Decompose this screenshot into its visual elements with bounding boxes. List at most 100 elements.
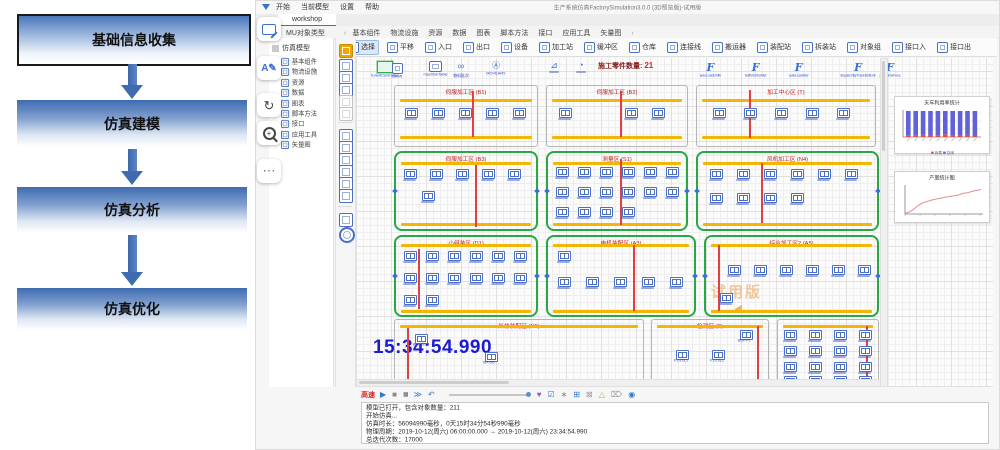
- machine-icon[interactable]: [625, 108, 638, 118]
- machine-icon[interactable]: [806, 108, 819, 118]
- machine-icon[interactable]: [559, 108, 572, 118]
- toolbar-assembly-station-button[interactable]: 装配站: [754, 41, 794, 54]
- machine-icon[interactable]: [809, 362, 822, 372]
- machine-icon[interactable]: [456, 169, 469, 179]
- conveyor-bar[interactable]: [703, 223, 872, 226]
- machine-icon[interactable]: [622, 167, 635, 177]
- stop-button[interactable]: ■: [392, 390, 397, 400]
- zoom-in-button[interactable]: +: [257, 121, 281, 145]
- ribbon-tab-8[interactable]: 应用工具: [562, 30, 590, 37]
- toolbar-transporter-button[interactable]: 搬运器: [709, 41, 749, 54]
- machine-icon[interactable]: [859, 362, 872, 372]
- machine-icon[interactable]: [710, 193, 723, 203]
- tree-item-9[interactable]: 矢量图: [281, 140, 311, 149]
- machine-icon[interactable]: [744, 108, 757, 118]
- machine-icon[interactable]: [834, 330, 847, 340]
- menu-item-1[interactable]: 开始: [276, 4, 290, 11]
- machine-icon[interactable]: [837, 108, 850, 118]
- warning-button[interactable]: △: [599, 390, 605, 400]
- machine-icon[interactable]: [492, 251, 505, 261]
- toolbar-pan-button[interactable]: 平移: [384, 41, 417, 54]
- ribbon-tab-5[interactable]: 图表: [476, 30, 490, 37]
- machine-icon[interactable]: [859, 330, 872, 340]
- machine-icon[interactable]: [666, 187, 679, 197]
- machine-icon[interactable]: [644, 187, 657, 197]
- tree-item-6[interactable]: 脚本方法: [281, 109, 317, 118]
- machine-icon[interactable]: [432, 108, 445, 118]
- machine-icon[interactable]: [470, 251, 483, 261]
- toolbar-entry-button[interactable]: 入口: [422, 41, 455, 54]
- machine-icon[interactable]: [710, 169, 723, 179]
- conveyor-bar[interactable]: [711, 310, 872, 313]
- machine-icon[interactable]: [486, 108, 499, 118]
- conveyor-bar[interactable]: [401, 244, 531, 247]
- reset-button[interactable]: ↶: [428, 390, 435, 400]
- ribbon-tab-6[interactable]: 脚本方法: [500, 30, 528, 37]
- machine-icon[interactable]: [764, 169, 777, 179]
- conveyor-bar[interactable]: [553, 162, 681, 165]
- checkbox-button[interactable]: ☑: [547, 390, 554, 400]
- ribbon-tab-7[interactable]: 接口: [538, 30, 552, 37]
- canvas-object-2[interactable]: forklift: [389, 63, 405, 80]
- machine-icon[interactable]: [728, 265, 741, 275]
- method-object-3[interactable]: FautoLoadAdv: [781, 62, 816, 79]
- machine-icon[interactable]: [556, 167, 569, 177]
- ribbon-tab-9[interactable]: 矢量图: [600, 30, 621, 37]
- machine-icon[interactable]: [404, 251, 417, 261]
- model-canvas[interactable]: 施工零件数量:21 15:34:54.990 试用版 伺服加工区 (B1)伺服加…: [356, 58, 993, 387]
- machine-icon[interactable]: [422, 191, 435, 201]
- machine-icon[interactable]: [578, 207, 591, 217]
- machine-icon[interactable]: [834, 362, 847, 372]
- conveyor-bar[interactable]: [702, 99, 870, 102]
- play-button[interactable]: ▶: [380, 390, 386, 400]
- machine-icon[interactable]: [586, 277, 599, 287]
- machine-icon[interactable]: [448, 273, 461, 283]
- machine-icon[interactable]: [426, 273, 439, 283]
- tree-item-8[interactable]: 应用工具: [281, 130, 317, 139]
- toolbar-process-station-button[interactable]: 加工站: [536, 41, 576, 54]
- machine-icon[interactable]: [558, 251, 571, 261]
- tab-mu-object-type[interactable]: MU对象类型: [286, 28, 325, 38]
- machine-icon[interactable]: [614, 277, 627, 287]
- machine-icon[interactable]: [600, 167, 613, 177]
- canvas-vertical-scrollbar[interactable]: [880, 58, 888, 387]
- text-annotate-button[interactable]: A✎: [257, 56, 281, 80]
- machine-icon[interactable]: [578, 167, 591, 177]
- report-icon[interactable]: [339, 189, 353, 203]
- vscroll-thumb[interactable]: [882, 61, 885, 151]
- machine-icon[interactable]: [780, 265, 793, 275]
- machine-icon[interactable]: [513, 108, 526, 118]
- machine-icon[interactable]: [832, 265, 845, 275]
- ribbon-scroll-left[interactable]: ‹: [344, 30, 346, 37]
- conveyor-bar[interactable]: [552, 136, 682, 139]
- machine-icon[interactable]: [514, 251, 527, 261]
- machine-icon[interactable]: [492, 273, 505, 283]
- conveyor-bar[interactable]: [400, 99, 532, 102]
- method-object-5[interactable]: FprocTimeFunc: [871, 62, 909, 79]
- pause-button[interactable]: ▮▮: [403, 390, 408, 400]
- machine-icon[interactable]: [737, 193, 750, 203]
- machine-icon[interactable]: [556, 207, 569, 217]
- machine-icon[interactable]: [818, 169, 831, 179]
- machine-icon[interactable]: [809, 346, 822, 356]
- conveyor-bar[interactable]: [401, 223, 531, 226]
- machine-icon[interactable]: [459, 108, 472, 118]
- canvas-object-4[interactable]: ∞物料批次: [449, 61, 473, 80]
- conveyor-bar[interactable]: [553, 223, 681, 226]
- speed-slider[interactable]: [449, 394, 529, 396]
- ribbon-tab-3[interactable]: 资源: [428, 30, 442, 37]
- machine-icon[interactable]: [859, 346, 872, 356]
- machine-icon[interactable]: [600, 207, 613, 217]
- lock-icon[interactable]: [339, 44, 353, 58]
- machine-icon[interactable]: [470, 273, 483, 283]
- tree-item-4[interactable]: 数据: [281, 88, 304, 97]
- move-icon[interactable]: [339, 213, 353, 227]
- machine-icon[interactable]: [666, 167, 679, 177]
- production-chart[interactable]: 产量统计图: [894, 171, 990, 223]
- machine-icon[interactable]: [430, 169, 443, 179]
- toolbar-exit-button[interactable]: 出口: [460, 41, 493, 54]
- conveyor-bar[interactable]: [702, 136, 870, 139]
- machine-icon[interactable]: [482, 169, 495, 179]
- machine-icon[interactable]: [784, 362, 797, 372]
- conveyor-bar[interactable]: [783, 325, 873, 328]
